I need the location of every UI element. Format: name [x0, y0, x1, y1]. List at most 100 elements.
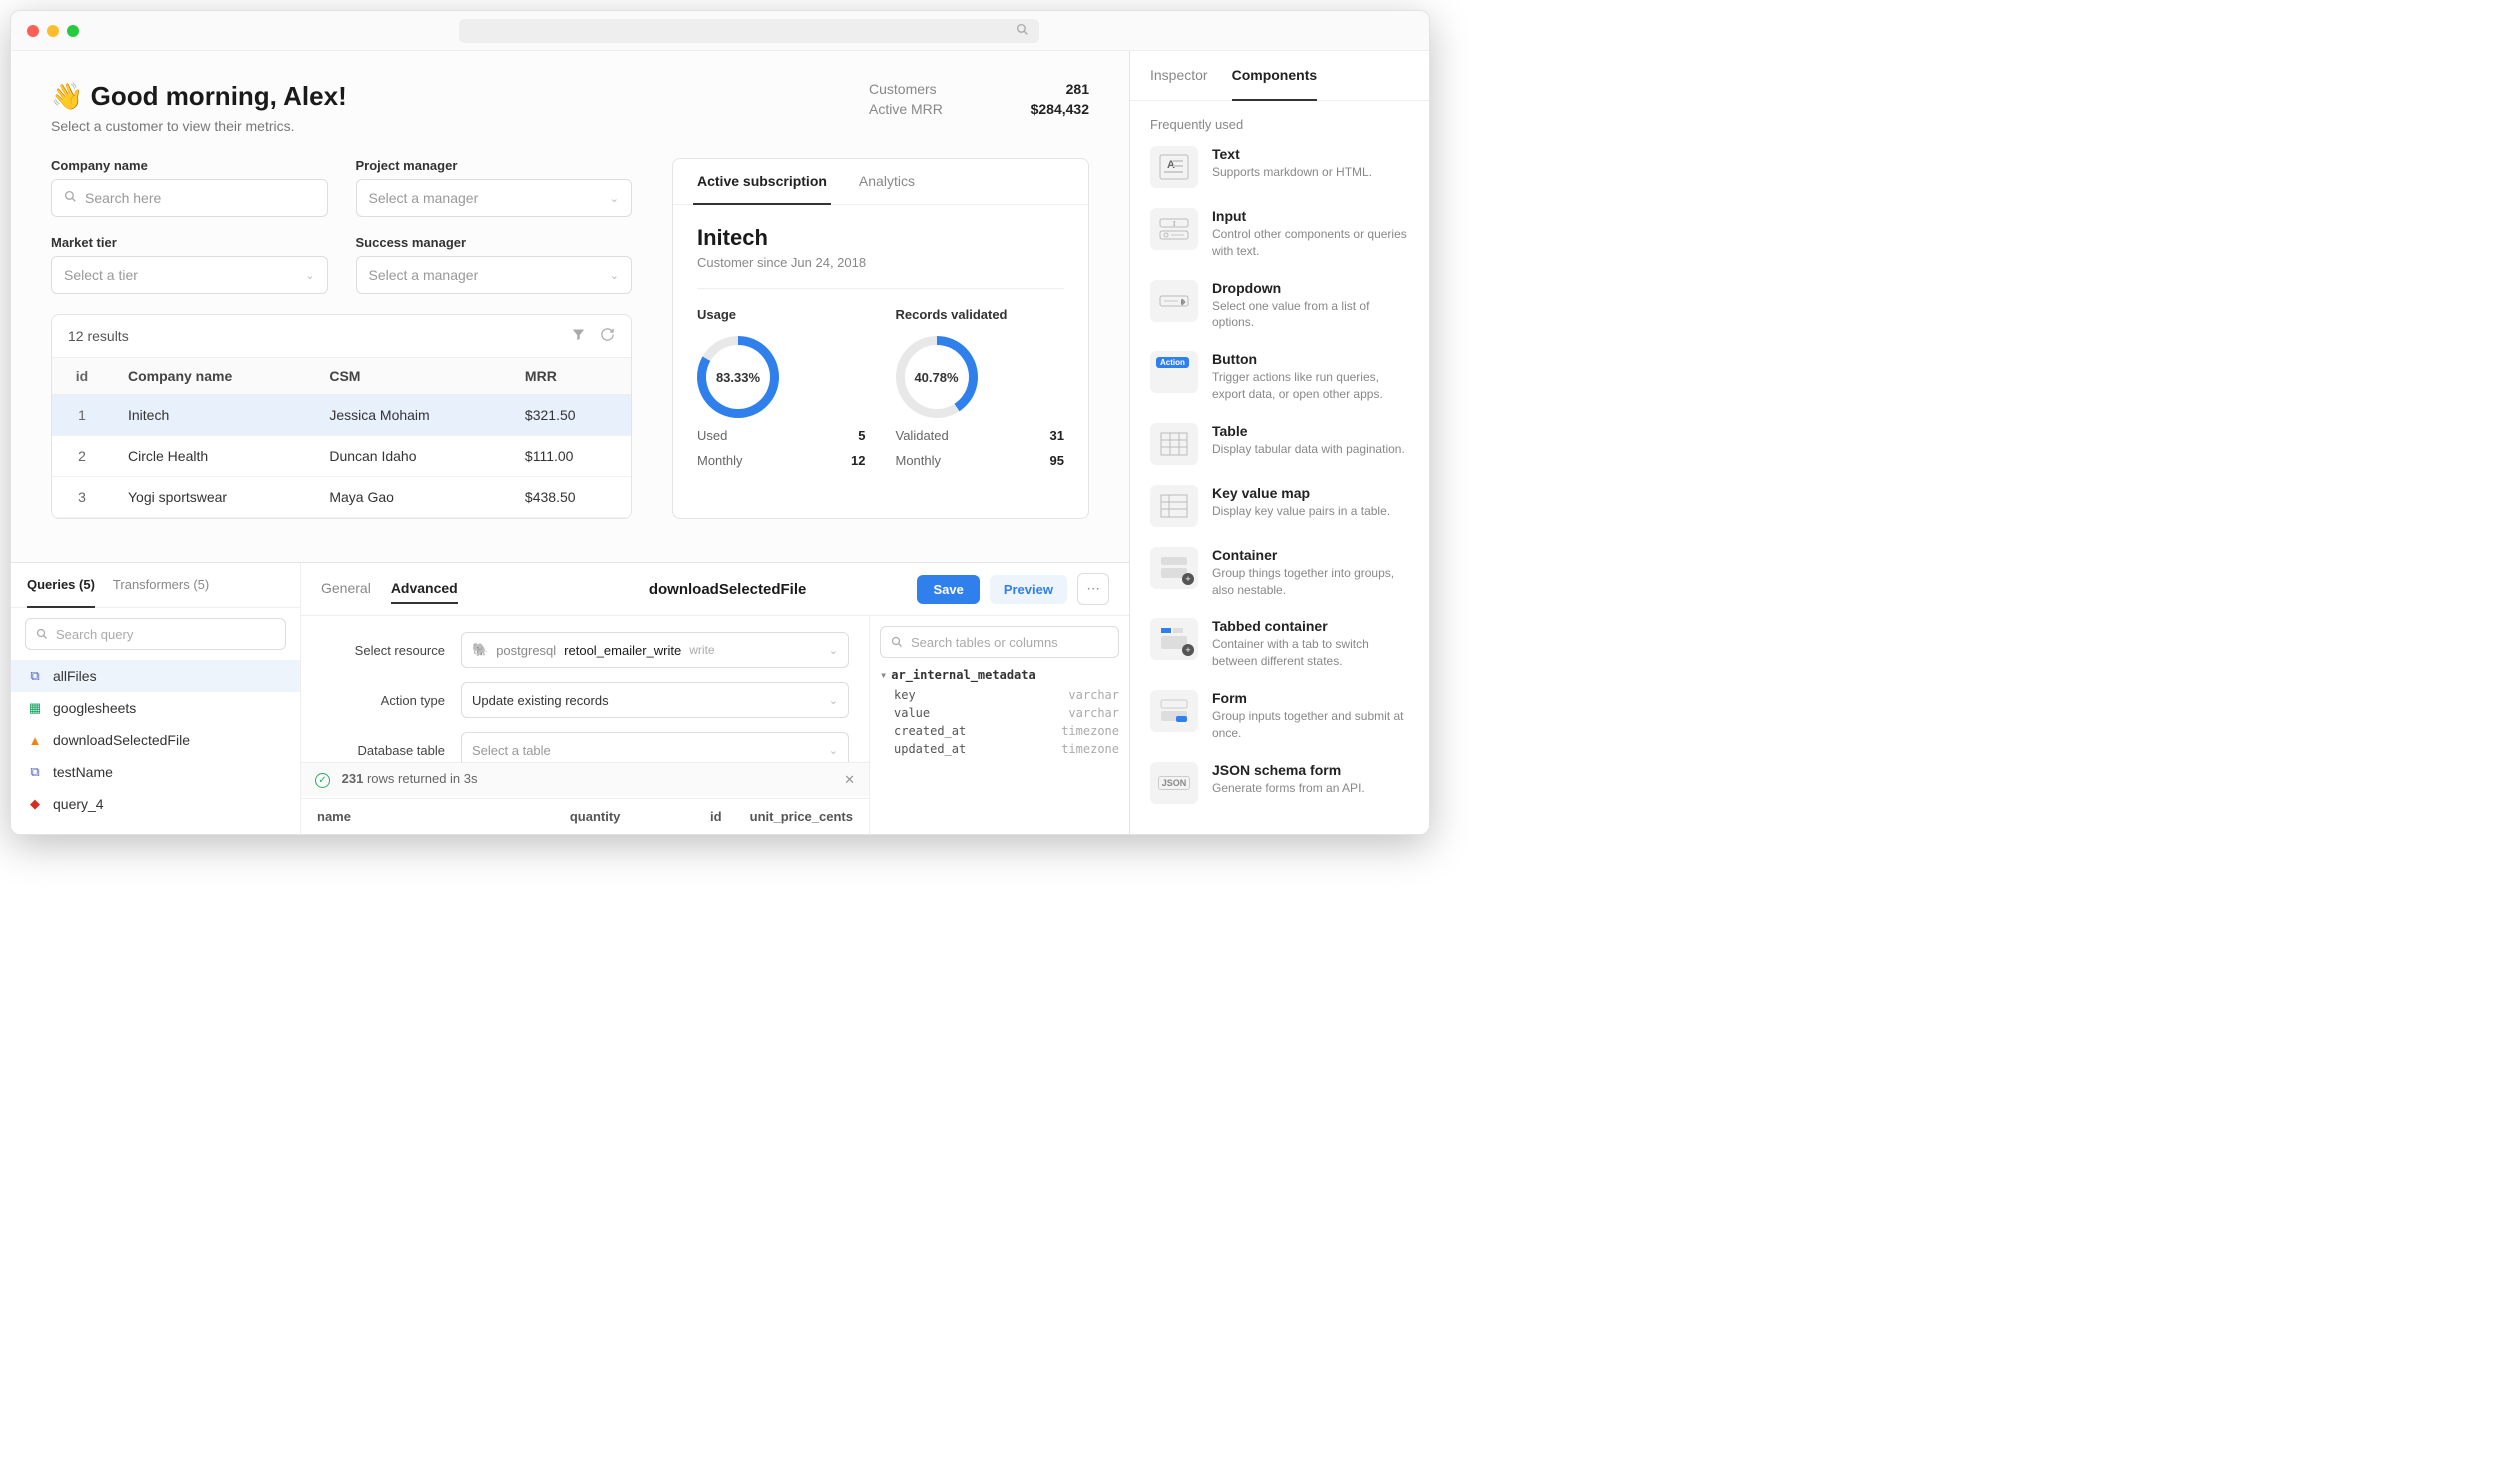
- component-button[interactable]: Action ButtonTrigger actions like run qu…: [1150, 351, 1409, 403]
- tab-inspector[interactable]: Inspector: [1150, 51, 1208, 100]
- company-name-label: Company name: [51, 158, 328, 173]
- market-tier-select[interactable]: Select a tier ⌄: [51, 256, 328, 294]
- component-form[interactable]: FormGroup inputs together and submit at …: [1150, 690, 1409, 742]
- search-icon: [1016, 23, 1029, 39]
- query-item-query4[interactable]: ◆query_4: [11, 788, 300, 820]
- page-subtitle: Select a customer to view their metrics.: [51, 118, 347, 134]
- close-icon[interactable]: [27, 25, 39, 37]
- component-tabbed-container[interactable]: + Tabbed containerContainer with a tab t…: [1150, 618, 1409, 670]
- usage-title: Usage: [697, 307, 866, 322]
- resource-select[interactable]: 🐘 postgresql retool_emailer_write write …: [461, 632, 849, 668]
- tab-analytics[interactable]: Analytics: [855, 159, 919, 204]
- query-item-download[interactable]: ▲downloadSelectedFile: [11, 724, 300, 756]
- tier-placeholder: Select a tier: [64, 267, 138, 283]
- component-dropdown[interactable]: DropdownSelect one value from a list of …: [1150, 280, 1409, 332]
- firebase-icon: ▲: [27, 732, 43, 748]
- chevron-down-icon: ⌄: [829, 694, 838, 707]
- col-company[interactable]: Company name: [112, 358, 313, 395]
- tabbed-container-icon: +: [1150, 618, 1198, 660]
- input-icon: I: [1150, 208, 1198, 250]
- success-icon: ✓: [315, 773, 330, 788]
- chevron-down-icon: ⌄: [829, 744, 838, 757]
- omnibox-search[interactable]: [459, 19, 1039, 43]
- minimize-icon[interactable]: [47, 25, 59, 37]
- table-result-count: 12 results: [68, 328, 129, 344]
- tab-general[interactable]: General: [321, 574, 371, 604]
- records-gauge: 40.78%: [896, 336, 978, 418]
- result-col-unit[interactable]: unit_price_cents: [722, 809, 853, 824]
- json-icon: JSON: [1150, 762, 1198, 804]
- query-search-input[interactable]: Search query: [25, 618, 286, 650]
- action-type-select[interactable]: Update existing records ⌄: [461, 682, 849, 718]
- filter-icon[interactable]: [571, 327, 586, 345]
- customer-title: Initech: [697, 225, 1064, 251]
- schema-search-input[interactable]: Search tables or columns: [880, 626, 1119, 658]
- form-icon: [1150, 690, 1198, 732]
- component-input[interactable]: I InputControl other components or queri…: [1150, 208, 1409, 260]
- component-container[interactable]: + ContainerGroup things together into gr…: [1150, 547, 1409, 599]
- customers-table: 12 results id Company name: [51, 314, 632, 519]
- stat-customers-value: 281: [1009, 81, 1089, 97]
- container-icon: +: [1150, 547, 1198, 589]
- query-item-testname[interactable]: ⧉testName: [11, 756, 300, 788]
- customer-since: Customer since Jun 24, 2018: [697, 255, 1064, 270]
- button-icon: Action: [1150, 351, 1198, 393]
- traffic-lights: [27, 25, 79, 37]
- tab-components[interactable]: Components: [1232, 51, 1318, 101]
- summary-stats: Customers 281 Active MRR $284,432: [869, 81, 1089, 121]
- col-id[interactable]: id: [52, 358, 112, 395]
- add-icon: +: [1182, 573, 1194, 585]
- table-row[interactable]: 1 Initech Jessica Mohaim $321.50: [52, 395, 631, 436]
- save-button[interactable]: Save: [917, 575, 979, 604]
- close-icon[interactable]: ✕: [844, 772, 855, 788]
- chevron-down-icon: ⌄: [610, 269, 619, 282]
- text-icon: A: [1150, 146, 1198, 188]
- tab-queries[interactable]: Queries (5): [27, 563, 95, 608]
- search-icon: [64, 190, 77, 206]
- query-item-allfiles[interactable]: ⧉allFiles: [11, 660, 300, 692]
- company-placeholder: Search here: [85, 190, 315, 206]
- keyvalue-icon: [1150, 485, 1198, 527]
- action-type-label: Action type: [321, 693, 461, 708]
- redis-icon: ◆: [27, 796, 43, 812]
- refresh-icon[interactable]: [600, 327, 615, 345]
- add-icon: +: [1182, 644, 1194, 656]
- stat-customers-label: Customers: [869, 81, 969, 97]
- result-col-name[interactable]: name: [317, 809, 519, 824]
- result-col-quantity[interactable]: quantity: [519, 809, 620, 824]
- database-icon: ⧉: [27, 668, 43, 684]
- chevron-down-icon: ⌄: [829, 644, 838, 657]
- component-table[interactable]: TableDisplay tabular data with paginatio…: [1150, 423, 1409, 465]
- table-icon: [1150, 423, 1198, 465]
- maximize-icon[interactable]: [67, 25, 79, 37]
- component-text[interactable]: A TextSupports markdown or HTML.: [1150, 146, 1409, 188]
- stat-mrr-label: Active MRR: [869, 101, 969, 117]
- tab-transformers[interactable]: Transformers (5): [113, 563, 209, 607]
- tab-active-subscription[interactable]: Active subscription: [693, 159, 831, 205]
- project-manager-select[interactable]: Select a manager ⌄: [356, 179, 633, 217]
- schema-table-name[interactable]: ▾ar_internal_metadata: [880, 668, 1119, 682]
- component-json-form[interactable]: JSON JSON schema formGenerate forms from…: [1150, 762, 1409, 804]
- preview-button[interactable]: Preview: [990, 575, 1067, 604]
- table-row[interactable]: 2 Circle Health Duncan Idaho $111.00: [52, 436, 631, 477]
- more-button[interactable]: ⋯: [1077, 573, 1109, 605]
- database-table-label: Database table: [321, 743, 461, 758]
- chevron-down-icon: ⌄: [610, 192, 619, 205]
- col-mrr[interactable]: MRR: [509, 358, 631, 395]
- records-title: Records validated: [896, 307, 1065, 322]
- schema-col: valuevarchar: [880, 704, 1119, 722]
- tab-advanced[interactable]: Advanced: [391, 574, 458, 604]
- success-manager-select[interactable]: Select a manager ⌄: [356, 256, 633, 294]
- component-keyvalue[interactable]: Key value mapDisplay key value pairs in …: [1150, 485, 1409, 527]
- project-manager-label: Project manager: [356, 158, 633, 173]
- dropdown-icon: [1150, 280, 1198, 322]
- chevron-down-icon: ⌄: [305, 269, 314, 282]
- stat-mrr-value: $284,432: [1009, 101, 1089, 117]
- market-tier-label: Market tier: [51, 235, 328, 250]
- query-item-googlesheets[interactable]: ▦googlesheets: [11, 692, 300, 724]
- table-row[interactable]: 3 Yogi sportswear Maya Gao $438.50: [52, 477, 631, 518]
- sheets-icon: ▦: [27, 700, 43, 716]
- company-name-input[interactable]: Search here: [51, 179, 328, 217]
- result-col-id[interactable]: id: [620, 809, 721, 824]
- col-csm[interactable]: CSM: [313, 358, 509, 395]
